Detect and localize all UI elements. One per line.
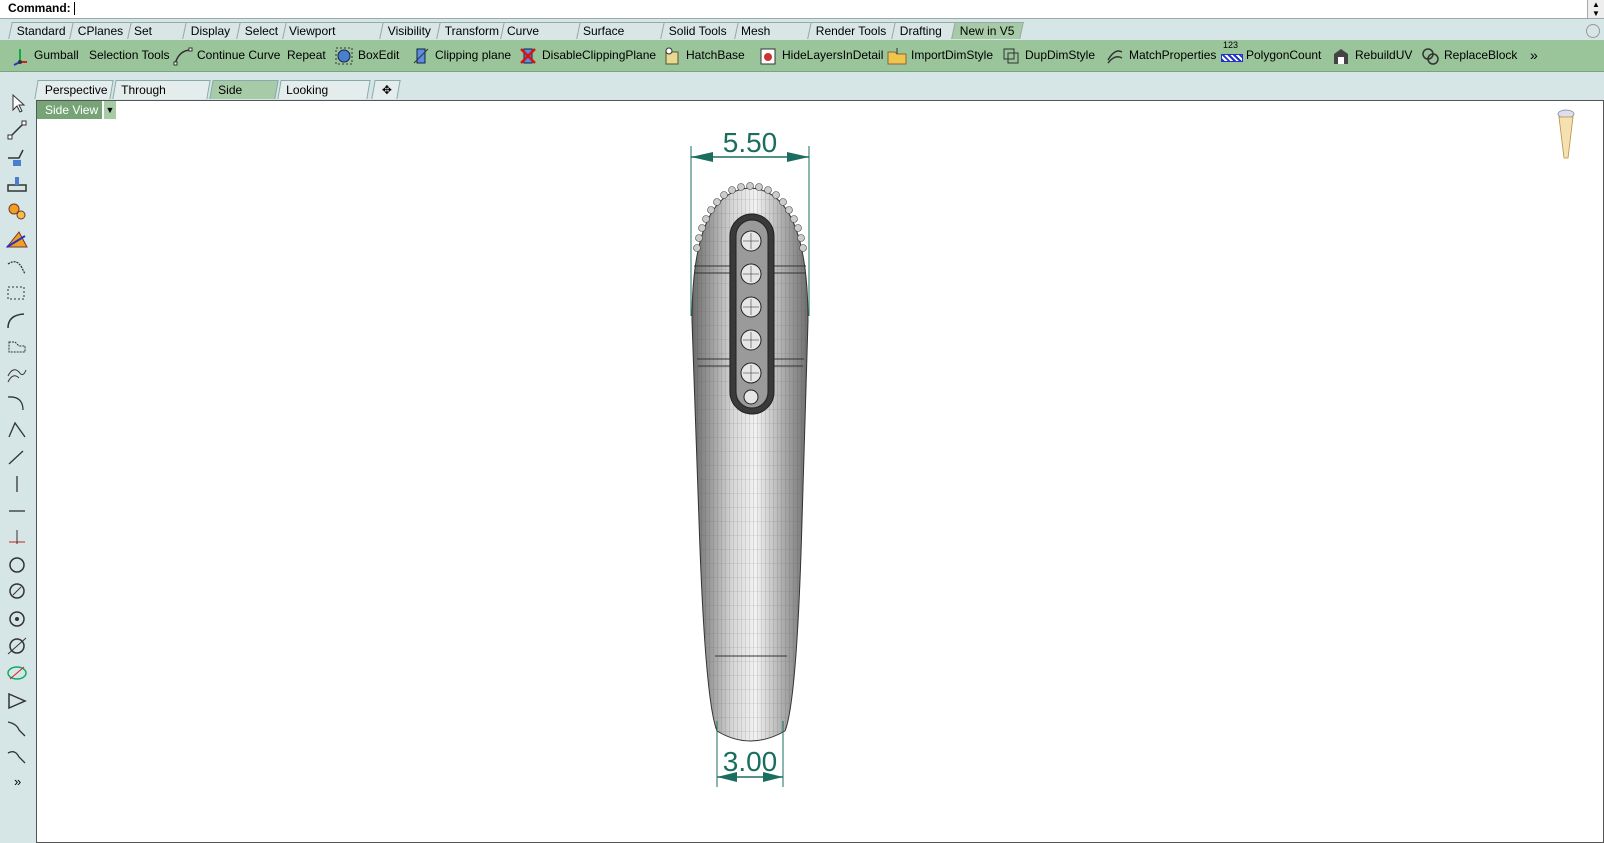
- tab-set-view[interactable]: Set View: [127, 22, 187, 55]
- circle-center-icon[interactable]: [5, 608, 29, 630]
- tab-perspective[interactable]: Perspective: [34, 80, 114, 99]
- tab-viewport-layout[interactable]: Viewport Layout: [282, 22, 384, 55]
- tab-display[interactable]: Display: [182, 22, 241, 39]
- tab-render-tools[interactable]: Render Tools: [807, 22, 896, 39]
- circle-tangent-icon[interactable]: [5, 635, 29, 657]
- rebuilduv-button[interactable]: RebuildUV: [1331, 40, 1412, 71]
- viewport-side-view[interactable]: Side View ▼ 5.50 3.00: [36, 100, 1604, 843]
- tab-standard[interactable]: Standard: [8, 22, 74, 39]
- plus-icon: ✥: [381, 83, 392, 97]
- circle-diameter-icon[interactable]: [5, 580, 29, 602]
- selection-tools-button[interactable]: Selection Tools: [89, 40, 170, 71]
- dupdimstyle-button[interactable]: DupDimStyle: [1001, 40, 1095, 71]
- rectangle-icon[interactable]: [5, 173, 29, 195]
- circle-icon[interactable]: [5, 553, 29, 575]
- replaceblock-icon: [1422, 48, 1439, 65]
- command-caret: [74, 2, 75, 15]
- continue-curve-button[interactable]: Continue Curve: [173, 40, 280, 71]
- viewport-canvas: 5.50 3.00: [690, 109, 1575, 787]
- line-segment-icon[interactable]: [5, 446, 29, 468]
- folder-icon: [887, 47, 907, 65]
- tab-surface-tools[interactable]: Surface Tools: [576, 22, 665, 55]
- control-points-icon[interactable]: [5, 336, 29, 358]
- gear-cluster-icon[interactable]: [5, 200, 29, 222]
- curve-icon[interactable]: [5, 256, 29, 278]
- ellipse-icon[interactable]: [5, 662, 29, 684]
- clipping-plane-icon: [413, 48, 429, 64]
- gumball-icon: [13, 48, 27, 66]
- polygon-curve-icon[interactable]: [5, 419, 29, 441]
- boxedit-icon: [335, 47, 353, 65]
- left-toolbar: »: [0, 86, 34, 843]
- leftbar-more-button[interactable]: »: [14, 774, 21, 789]
- tab-curve-tools[interactable]: Curve Tools: [500, 22, 581, 55]
- polygoncount-icon: 123: [1221, 40, 1243, 67]
- tab-transform[interactable]: Transform: [436, 22, 505, 39]
- tab-select[interactable]: Select: [236, 22, 287, 39]
- tab-looking-down[interactable]: Looking Down: [277, 80, 371, 116]
- sketch-icon[interactable]: [5, 364, 29, 386]
- hidelayersindetail-button[interactable]: HideLayersInDetail: [758, 40, 883, 71]
- tab-cplanes[interactable]: CPlanes: [69, 22, 132, 39]
- importdimstyle-button[interactable]: ImportDimStyle: [887, 40, 993, 71]
- hatchbase-icon: [665, 47, 679, 65]
- interp-curve-icon[interactable]: [5, 309, 29, 331]
- arc-icon[interactable]: [5, 392, 29, 414]
- surface-icon[interactable]: [5, 228, 29, 250]
- ring-thumbnail-icon: [1557, 109, 1575, 159]
- toolbar-more-button[interactable]: »: [1530, 40, 1538, 71]
- dimension-bottom-label: 3.00: [723, 746, 778, 777]
- toolbar-tabs: Standard CPlanes Set View Display Select…: [0, 22, 1604, 55]
- vertical-line-icon[interactable]: [5, 473, 29, 495]
- tab-drafting[interactable]: Drafting: [891, 22, 956, 39]
- tab-visibility[interactable]: Visibility: [379, 22, 441, 39]
- matchproperties-icon: [1107, 50, 1123, 64]
- tab-mesh-tools[interactable]: Mesh Tools: [734, 22, 812, 55]
- command-scroll-button[interactable]: ▲ ▼: [1587, 0, 1604, 18]
- disable-clipping-plane-button[interactable]: DisableClippingPlane: [518, 40, 656, 71]
- matchproperties-button[interactable]: MatchProperties: [1105, 40, 1216, 71]
- tab-through-finger[interactable]: Through Finger: [112, 80, 211, 116]
- gear-icon[interactable]: [1586, 24, 1600, 38]
- curve-points-icon[interactable]: [5, 282, 29, 304]
- gumball-button[interactable]: Gumball: [10, 40, 79, 71]
- command-label: Command:: [8, 1, 71, 15]
- continue-curve-icon: [173, 47, 193, 66]
- add-viewport-tab-button[interactable]: ✥: [371, 80, 401, 99]
- tab-solid-tools[interactable]: Solid Tools: [660, 22, 739, 39]
- polygoncount-button[interactable]: 123 PolygonCount: [1221, 40, 1321, 71]
- tab-side-view[interactable]: Side View: [209, 80, 279, 116]
- disable-clipping-plane-icon: [520, 47, 536, 64]
- command-bar[interactable]: Command: ▲ ▼: [0, 0, 1604, 19]
- rebuilduv-icon: [1334, 48, 1348, 64]
- hide-layers-icon: [760, 48, 776, 65]
- boxedit-button[interactable]: BoxEdit: [334, 40, 399, 71]
- polyline-icon[interactable]: [5, 146, 29, 168]
- repeat-button[interactable]: Repeat: [287, 40, 326, 71]
- main-toolbar: Gumball Selection Tools Continue Curve R…: [0, 40, 1604, 72]
- ring-model: [691, 182, 809, 742]
- dupdimstyle-icon: [1003, 48, 1019, 64]
- curve-offset-icon[interactable]: [5, 745, 29, 767]
- clipping-plane-button[interactable]: Clipping plane: [411, 40, 511, 71]
- polygon-icon[interactable]: [5, 690, 29, 712]
- point-icon[interactable]: [5, 526, 29, 548]
- select-arrow-icon[interactable]: [5, 92, 29, 114]
- replaceblock-button[interactable]: ReplaceBlock: [1420, 40, 1517, 71]
- line-icon[interactable]: [5, 119, 29, 141]
- dimension-top-label: 5.50: [723, 127, 778, 158]
- hatchbase-button[interactable]: HatchBase: [662, 40, 745, 71]
- curve-blend-icon[interactable]: [5, 718, 29, 740]
- tab-new-in-v5[interactable]: New in V5: [951, 22, 1024, 39]
- hline-icon[interactable]: [5, 500, 29, 522]
